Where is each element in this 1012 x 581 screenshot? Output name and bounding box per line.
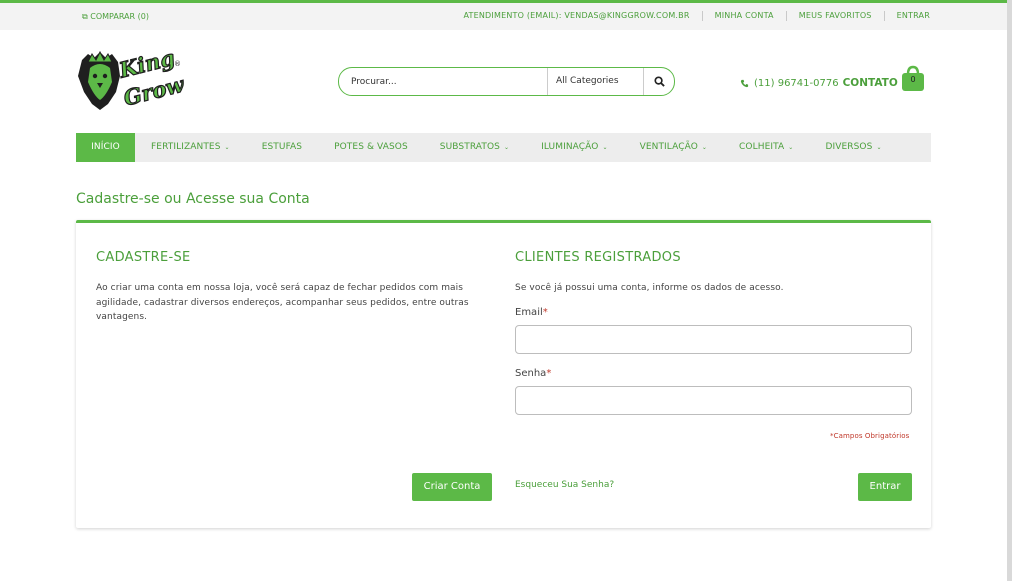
category-select[interactable]: All Categories <box>547 68 644 95</box>
scrollbar[interactable] <box>1007 0 1012 581</box>
nav-item-estufas[interactable]: ESTUFAS <box>246 133 318 162</box>
account-panel <box>76 220 931 528</box>
chevron-down-icon: ⌄ <box>602 144 608 151</box>
nav-label: VENTILAÇÃO <box>639 142 698 152</box>
logo-registered-mark: ® <box>174 60 181 68</box>
password-label: Senha* <box>515 368 551 379</box>
chevron-down-icon: ⌄ <box>701 144 708 151</box>
required-asterisk: * <box>542 307 548 318</box>
compare-link[interactable]: ⧉ COMPARAR (0) <box>82 12 149 22</box>
chevron-down-icon: ⌄ <box>788 144 794 151</box>
required-asterisk: * <box>546 368 552 379</box>
nav-item-iluminacao[interactable]: ILUMINAÇÃO ⌄ <box>525 133 623 162</box>
register-title: CADASTRE-SE <box>96 250 191 265</box>
chevron-down-icon: ⌄ <box>503 144 510 151</box>
nav-label: INÍCIO <box>91 142 120 152</box>
email-field[interactable] <box>515 325 912 354</box>
nav-label: POTES & VASOS <box>334 142 408 152</box>
favorites-link[interactable]: MEUS FAVORITOS <box>785 11 884 21</box>
contact-phone[interactable]: (11) 96741-0776 <box>754 78 839 89</box>
nav-label: COLHEITA <box>739 142 785 152</box>
my-account-link[interactable]: MINHA CONTA <box>701 11 786 21</box>
nav-label: ILUMINAÇÃO <box>541 142 599 152</box>
required-fields-note: *Campos Obrigatórios <box>830 432 910 440</box>
lion-eye-right <box>102 73 108 79</box>
nav-item-diversos[interactable]: DIVERSOS ⌄ <box>809 133 897 162</box>
cart-count: 0 <box>910 75 916 84</box>
login-title: CLIENTES REGISTRADOS <box>515 250 681 265</box>
chevron-down-icon: ⌄ <box>224 144 230 151</box>
nav-item-potes-vasos[interactable]: POTES & VASOS <box>318 133 424 162</box>
login-button[interactable]: Entrar <box>858 473 912 501</box>
login-intro: Se você já possui uma conta, informe os … <box>515 283 784 293</box>
nav-item-ventilacao[interactable]: VENTILAÇÃO ⌄ <box>624 133 723 162</box>
email-label: Email* <box>515 307 548 318</box>
login-link[interactable]: ENTRAR <box>883 11 930 21</box>
scrollbar-thumb[interactable] <box>1007 0 1012 581</box>
lion-eye-left <box>92 73 98 79</box>
support-email-link[interactable]: ATENDIMENTO (EMAIL): VENDAS@KINGGROW.COM… <box>463 11 701 21</box>
nav-label: DIVERSOS <box>825 142 873 152</box>
forgot-password-link[interactable]: Esqueceu Sua Senha? <box>515 480 614 490</box>
contact-link[interactable]: CONTATO <box>843 77 898 89</box>
create-account-button[interactable]: Criar Conta <box>412 473 492 501</box>
nav-item-inicio[interactable]: INÍCIO <box>76 133 135 162</box>
nav-label: SUBSTRATOS <box>439 142 500 152</box>
nav-item-colheita[interactable]: COLHEITA ⌄ <box>723 133 809 162</box>
nav-label: ESTUFAS <box>261 142 303 152</box>
nav-label: FERTILIZANTES <box>151 142 221 152</box>
search-input[interactable] <box>339 68 547 95</box>
register-text: Ao criar uma conta em nossa loja, você s… <box>96 283 469 322</box>
search-bar: All Categories <box>338 67 675 96</box>
king-grow-logo[interactable]: King Grow ® <box>76 50 184 112</box>
search-icon <box>653 76 665 87</box>
lion-crown-shape <box>87 50 113 63</box>
password-label-text: Senha <box>515 368 547 379</box>
main-nav: INÍCIO FERTILIZANTES ⌄ ESTUFAS POTES & VA… <box>76 133 931 162</box>
nav-item-fertilizantes[interactable]: FERTILIZANTES ⌄ <box>135 133 246 162</box>
search-button[interactable] <box>644 68 674 95</box>
top-bar: ⧉ COMPARAR (0) ATENDIMENTO (EMAIL): VEND… <box>0 3 1007 30</box>
contact-area: (11) 96741-0776 CONTATO <box>740 77 898 89</box>
chevron-down-icon: ⌄ <box>876 144 882 151</box>
top-links: ATENDIMENTO (EMAIL): VENDAS@KINGGROW.COM… <box>463 11 930 21</box>
nav-item-substratos[interactable]: SUBSTRATOS ⌄ <box>424 133 525 162</box>
page-title: Cadastre-se ou Acesse sua Conta <box>76 191 310 207</box>
password-field[interactable] <box>515 386 912 415</box>
phone-icon <box>740 79 749 87</box>
email-label-text: Email <box>515 307 543 318</box>
